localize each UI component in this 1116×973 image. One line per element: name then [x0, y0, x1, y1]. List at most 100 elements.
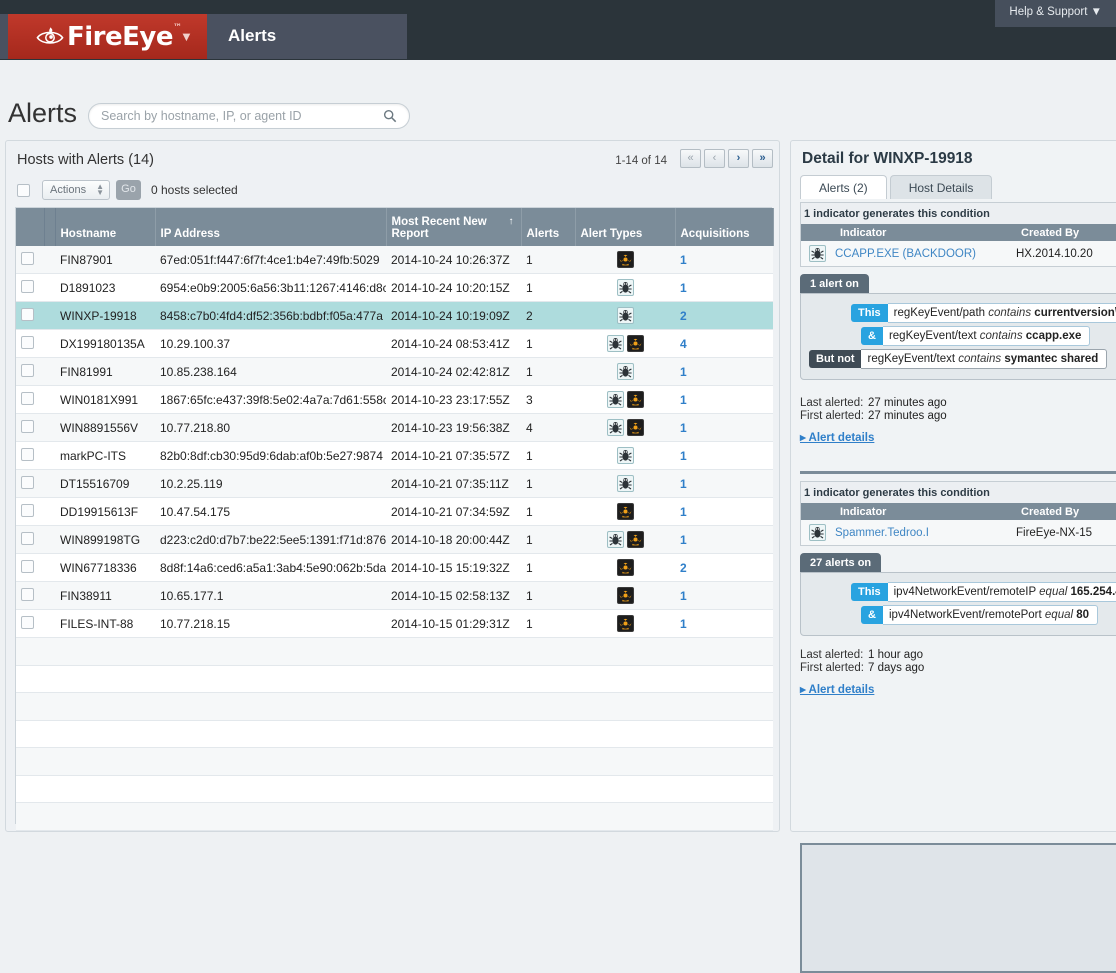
ioc-alert-icon[interactable] — [607, 419, 624, 436]
acquisitions-link[interactable]: 1 — [680, 589, 687, 603]
malware-alert-icon[interactable] — [627, 531, 644, 548]
last-page-button[interactable]: » — [752, 149, 773, 168]
cell-hostname[interactable]: DD19915613F — [55, 498, 155, 526]
col-acquisitions[interactable]: Acquisitions — [675, 208, 773, 246]
cell-hostname[interactable]: WINXP-19918 — [55, 302, 155, 330]
cell-hostname[interactable]: FIN81991 — [55, 358, 155, 386]
table-row[interactable]: DT1551670910.2.25.1192014-10-21 07:35:11… — [16, 470, 773, 498]
search-input[interactable] — [101, 104, 381, 128]
acquisitions-link[interactable]: 1 — [680, 505, 687, 519]
table-row[interactable]: WIN899198TGd223:c2d0:d7b7:be22:5ee5:1391… — [16, 526, 773, 554]
search-icon[interactable] — [383, 109, 397, 123]
indicator-row[interactable]: Spammer.Tedroo.IFireEye-NX-15 — [801, 520, 1116, 545]
acquisitions-link[interactable]: 1 — [680, 617, 687, 631]
row-checkbox[interactable] — [21, 504, 34, 517]
cell-hostname[interactable]: markPC-ITS — [55, 442, 155, 470]
malware-alert-icon[interactable] — [617, 503, 634, 520]
row-checkbox-cell[interactable] — [16, 582, 44, 610]
acquisitions-link[interactable]: 1 — [680, 449, 687, 463]
acquisitions-link[interactable]: 4 — [680, 337, 687, 351]
row-checkbox-cell[interactable] — [16, 526, 44, 554]
acquisitions-link[interactable]: 2 — [680, 309, 687, 323]
row-checkbox[interactable] — [21, 560, 34, 573]
go-button[interactable]: Go — [116, 180, 141, 200]
col-ip-address[interactable]: IP Address — [155, 208, 386, 246]
cell-hostname[interactable]: WIN8891556V — [55, 414, 155, 442]
col-alert-types[interactable]: Alert Types — [575, 208, 675, 246]
ioc-alert-icon[interactable] — [809, 524, 826, 541]
ioc-alert-icon[interactable] — [607, 391, 624, 408]
malware-alert-icon[interactable] — [617, 615, 634, 632]
cell-hostname[interactable]: WIN67718336 — [55, 554, 155, 582]
fireeye-logo[interactable]: FireEye™ — [8, 14, 207, 59]
row-checkbox-cell[interactable] — [16, 358, 44, 386]
row-checkbox[interactable] — [21, 308, 34, 321]
cell-hostname[interactable]: DX199180135A — [55, 330, 155, 358]
ioc-alert-icon[interactable] — [607, 335, 624, 352]
acquisitions-link[interactable]: 1 — [680, 533, 687, 547]
indicator-row[interactable]: CCAPP.EXE (BACKDOOR)HX.2014.10.20 — [801, 241, 1116, 266]
row-checkbox[interactable] — [21, 420, 34, 433]
table-row[interactable]: WIN0181X9911867:65fc:e437:39f8:5e02:4a7a… — [16, 386, 773, 414]
cell-acquisitions[interactable]: 1 — [675, 442, 773, 470]
nav-item-alerts[interactable]: Alerts — [228, 26, 276, 46]
cell-hostname[interactable]: FILES-INT-88 — [55, 610, 155, 638]
cell-acquisitions[interactable]: 1 — [675, 274, 773, 302]
alert-details-link[interactable]: ▸ Alert details — [800, 430, 947, 444]
row-checkbox-cell[interactable] — [16, 498, 44, 526]
row-checkbox-cell[interactable] — [16, 414, 44, 442]
alert-details-link[interactable]: ▸ Alert details — [800, 682, 924, 696]
next-page-button[interactable]: › — [728, 149, 749, 168]
row-checkbox[interactable] — [21, 616, 34, 629]
table-row[interactable]: DD19915613F10.47.54.1752014-10-21 07:34:… — [16, 498, 773, 526]
select-all-checkbox[interactable] — [17, 184, 30, 197]
cell-acquisitions[interactable]: 1 — [675, 246, 773, 274]
row-checkbox-cell[interactable] — [16, 470, 44, 498]
help-support-button[interactable]: Help & Support ▼ — [995, 0, 1116, 27]
row-checkbox[interactable] — [21, 448, 34, 461]
cell-hostname[interactable]: DT15516709 — [55, 470, 155, 498]
ioc-alert-icon[interactable] — [617, 307, 634, 324]
row-checkbox[interactable] — [21, 532, 34, 545]
cell-hostname[interactable]: FIN38911 — [55, 582, 155, 610]
tab-host-details[interactable]: Host Details — [890, 175, 993, 199]
ioc-alert-icon[interactable] — [617, 363, 634, 380]
first-page-button[interactable]: « — [680, 149, 701, 168]
table-row[interactable]: D18910236954:e0b9:2005:6a56:3b11:1267:41… — [16, 274, 773, 302]
table-row[interactable]: FIN3891110.65.177.12014-10-15 02:58:13Z1… — [16, 582, 773, 610]
ioc-alert-icon[interactable] — [607, 531, 624, 548]
row-checkbox[interactable] — [21, 476, 34, 489]
indicator-link[interactable]: Spammer.Tedroo.I — [826, 527, 929, 539]
indicator-cell[interactable]: Spammer.Tedroo.I — [801, 524, 1016, 541]
cell-acquisitions[interactable]: 1 — [675, 386, 773, 414]
malware-alert-icon[interactable] — [627, 335, 644, 352]
table-row[interactable]: FILES-INT-8810.77.218.152014-10-15 01:29… — [16, 610, 773, 638]
malware-alert-icon[interactable] — [617, 251, 634, 268]
cell-acquisitions[interactable]: 2 — [675, 554, 773, 582]
row-checkbox[interactable] — [21, 280, 34, 293]
cell-acquisitions[interactable]: 1 — [675, 610, 773, 638]
cell-hostname[interactable]: D1891023 — [55, 274, 155, 302]
cell-acquisitions[interactable]: 1 — [675, 582, 773, 610]
cell-hostname[interactable]: FIN87901 — [55, 246, 155, 274]
acquisitions-link[interactable]: 1 — [680, 421, 687, 435]
table-row[interactable]: WIN8891556V10.77.218.802014-10-23 19:56:… — [16, 414, 773, 442]
row-checkbox-cell[interactable] — [16, 610, 44, 638]
search-box[interactable] — [88, 103, 410, 129]
col-alerts[interactable]: Alerts — [521, 208, 575, 246]
indicator-link[interactable]: CCAPP.EXE (BACKDOOR) — [826, 248, 976, 260]
ioc-alert-icon[interactable] — [617, 447, 634, 464]
ioc-alert-icon[interactable] — [809, 245, 826, 262]
row-checkbox-cell[interactable] — [16, 554, 44, 582]
ioc-alert-icon[interactable] — [617, 475, 634, 492]
acquisitions-link[interactable]: 1 — [680, 477, 687, 491]
row-checkbox-cell[interactable] — [16, 274, 44, 302]
malware-alert-icon[interactable] — [617, 587, 634, 604]
cell-acquisitions[interactable]: 1 — [675, 498, 773, 526]
malware-alert-icon[interactable] — [617, 559, 634, 576]
acquisitions-link[interactable]: 1 — [680, 253, 687, 267]
actions-dropdown[interactable]: Actions ▲▼ — [42, 180, 110, 200]
row-checkbox[interactable] — [21, 252, 34, 265]
acquisitions-link[interactable]: 1 — [680, 393, 687, 407]
cell-hostname[interactable]: WIN899198TG — [55, 526, 155, 554]
